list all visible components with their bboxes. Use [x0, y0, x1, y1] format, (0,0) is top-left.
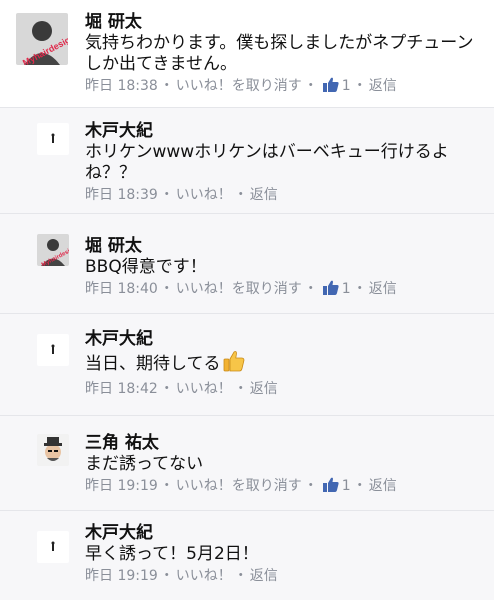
comment-text: 気持ちわかります。僕も探しましたがネプチューンしか出てきません。 — [85, 33, 474, 74]
avatar[interactable] — [37, 123, 69, 155]
myhairdesign-avatar-icon: Myhairdesign — [37, 234, 69, 266]
small-figure-avatar-icon — [37, 334, 69, 366]
comment-author[interactable]: 木戸大紀 — [85, 328, 486, 350]
comment-time[interactable]: 昨日 18:38 — [85, 77, 158, 95]
separator: ・ — [159, 568, 174, 584]
separator: ・ — [233, 568, 248, 584]
comment-time[interactable]: 昨日 19:19 — [85, 567, 158, 585]
reply-link[interactable]: 返信 — [369, 280, 397, 298]
avatar[interactable] — [37, 334, 69, 366]
comment-author[interactable]: 堀 研太 — [85, 11, 486, 33]
reply-link[interactable]: 返信 — [250, 567, 278, 585]
small-figure-avatar-icon — [37, 123, 69, 155]
like-link[interactable]: いいね！ — [176, 380, 232, 398]
separator: ・ — [352, 281, 367, 297]
person-with-hat-avatar-icon — [37, 434, 69, 466]
like-link[interactable]: いいね！ — [176, 567, 232, 585]
comment-time[interactable]: 昨日 19:19 — [85, 477, 158, 495]
like-thumb-icon[interactable] — [322, 477, 339, 492]
unlike-link[interactable]: いいね！を取り消す — [176, 77, 302, 95]
separator: ・ — [352, 78, 367, 94]
small-figure-avatar-icon — [37, 531, 69, 563]
comment-author[interactable]: 木戸大紀 — [85, 120, 486, 142]
like-thumb-icon[interactable] — [322, 280, 339, 295]
comment-reply: 木戸大紀 当日、期待してる 昨日 18:42 ・いいね！・返信 — [0, 313, 494, 415]
comment-author[interactable]: 堀 研太 — [85, 235, 486, 257]
comment-text: 当日、期待してる — [85, 350, 486, 378]
comment-reply: 三角 祐太 まだ誘ってない 昨日 19:19 ・いいね！を取り消す・ 1 ・返信 — [0, 415, 494, 510]
comment-time[interactable]: 昨日 18:40 — [85, 280, 158, 298]
comment-meta: 昨日 18:40 ・いいね！を取り消す・ 1 ・返信 — [85, 280, 486, 298]
like-thumb-icon[interactable] — [322, 77, 339, 92]
separator: ・ — [303, 78, 318, 94]
reply-link[interactable]: 返信 — [250, 380, 278, 398]
thumbs-up-emoji-icon — [223, 350, 245, 378]
separator: ・ — [303, 281, 318, 297]
comment-thread: Myhairdesign 堀 研太 気持ちわかります。僕も探しましたがネプチュー… — [0, 0, 494, 600]
avatar[interactable]: Myhairdesign — [37, 234, 69, 266]
myhairdesign-avatar-icon: Myhairdesign — [16, 13, 68, 65]
comment-author[interactable]: 木戸大紀 — [85, 522, 486, 544]
comment-author[interactable]: 三角 祐太 — [85, 432, 486, 454]
reply-link[interactable]: 返信 — [369, 477, 397, 495]
comment-text: まだ誘ってない — [85, 454, 204, 474]
reply-link[interactable]: 返信 — [250, 186, 278, 204]
separator: ・ — [233, 381, 248, 397]
unlike-link[interactable]: いいね！を取り消す — [176, 477, 302, 495]
comment-text: 早く誘って！5月2日！ — [85, 544, 259, 564]
separator: ・ — [159, 381, 174, 397]
comment-meta: 昨日 19:19 ・いいね！・返信 — [85, 567, 486, 585]
separator: ・ — [159, 78, 174, 94]
comment-text-content: 当日、期待してる — [85, 354, 221, 374]
separator: ・ — [159, 478, 174, 494]
separator: ・ — [303, 478, 318, 494]
unlike-link[interactable]: いいね！を取り消す — [176, 280, 302, 298]
comment-text: BBQ得意です！ — [85, 257, 207, 277]
separator: ・ — [233, 187, 248, 203]
reply-link[interactable]: 返信 — [369, 77, 397, 95]
avatar[interactable]: Myhairdesign — [16, 13, 68, 65]
like-count[interactable]: 1 — [342, 77, 351, 95]
comment-meta: 昨日 18:42 ・いいね！・返信 — [85, 380, 486, 398]
comment-reply: Myhairdesign 堀 研太 BBQ得意です！ 昨日 18:40 ・いいね！… — [0, 213, 494, 313]
comment: Myhairdesign 堀 研太 気持ちわかります。僕も探しましたがネプチュー… — [0, 0, 494, 107]
comment-reply: 木戸大紀 早く誘って！5月2日！ 昨日 19:19 ・いいね！・返信 — [0, 510, 494, 600]
comment-reply: 木戸大紀 ホリケンwwwホリケンはバーベキュー行けるよね？？ 昨日 18:39 ・… — [0, 107, 494, 213]
comment-meta: 昨日 19:19 ・いいね！を取り消す・ 1 ・返信 — [85, 477, 486, 495]
like-count[interactable]: 1 — [342, 280, 351, 298]
like-count[interactable]: 1 — [342, 477, 351, 495]
separator: ・ — [352, 478, 367, 494]
separator: ・ — [159, 281, 174, 297]
comment-text: ホリケンwwwホリケンはバーベキュー行けるよね？？ — [85, 142, 449, 183]
comment-time[interactable]: 昨日 18:42 — [85, 380, 158, 398]
like-link[interactable]: いいね！ — [176, 186, 232, 204]
comment-time[interactable]: 昨日 18:39 — [85, 186, 158, 204]
comment-meta: 昨日 18:38 ・いいね！を取り消す・ 1 ・返信 — [85, 77, 486, 95]
separator: ・ — [159, 187, 174, 203]
comment-meta: 昨日 18:39 ・いいね！・返信 — [85, 186, 486, 204]
avatar[interactable] — [37, 531, 69, 563]
avatar[interactable] — [37, 434, 69, 466]
